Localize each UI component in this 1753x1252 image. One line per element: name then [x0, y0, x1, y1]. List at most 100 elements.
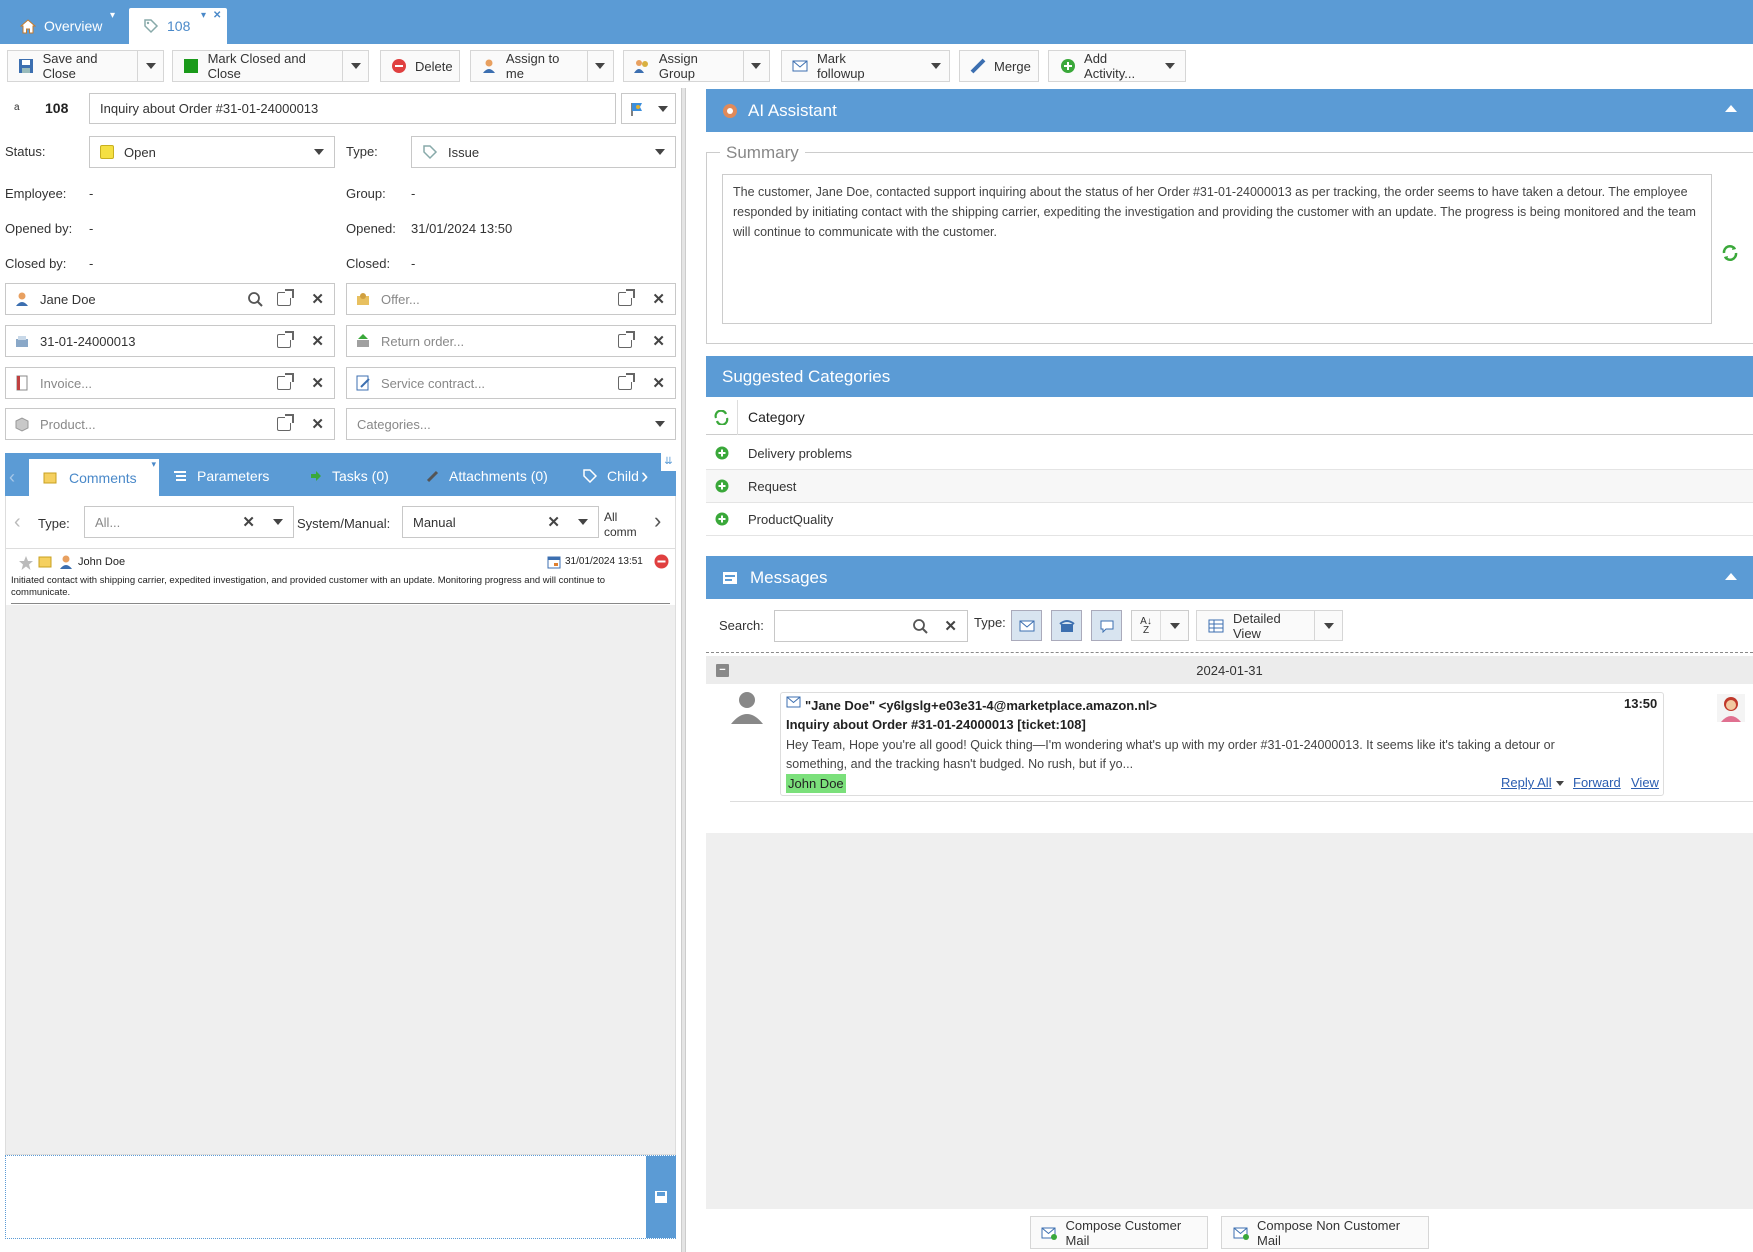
tab-menu-icon[interactable]: ▾ — [110, 10, 115, 21]
comment-item[interactable]: John Doe 31/01/2024 13:51 Initiated cont… — [6, 549, 675, 605]
clear-icon[interactable]: ✕ — [547, 513, 560, 531]
filter-email-toggle[interactable] — [1011, 610, 1042, 641]
clear-icon[interactable]: ✕ — [944, 617, 957, 635]
scroll-right-icon[interactable]: › — [654, 508, 661, 534]
tab-menu-icon[interactable]: ▾ — [201, 10, 206, 21]
view-dropdown-button[interactable] — [1314, 611, 1342, 640]
search-icon[interactable] — [247, 291, 264, 307]
assign-group-dropdown-button[interactable] — [742, 51, 769, 81]
filter-chat-toggle[interactable] — [1091, 610, 1122, 641]
save-comment-button[interactable] — [646, 1156, 676, 1238]
subtab-tasks[interactable]: Tasks (0) — [310, 468, 389, 484]
mark-followup-button[interactable]: Mark followup — [781, 50, 950, 82]
add-activity-dropdown-icon[interactable] — [1165, 63, 1175, 69]
collapse-icon[interactable]: ⇊ — [661, 453, 676, 471]
priority-flag-select[interactable] — [621, 93, 676, 124]
delete-icon[interactable] — [654, 554, 669, 569]
add-activity-button[interactable]: Add Activity... — [1048, 50, 1186, 82]
order-field[interactable]: 31-01-24000013 ✕ — [5, 325, 335, 357]
subtab-children[interactable]: Child — [583, 468, 643, 484]
merge-button[interactable]: Merge — [959, 50, 1039, 82]
message-item[interactable]: "Jane Doe" <y6lgslg+e03e31-4@marketplace… — [706, 684, 1753, 802]
compose-non-customer-mail-button[interactable]: Compose Non Customer Mail — [1221, 1216, 1429, 1249]
clear-icon[interactable]: ✕ — [311, 290, 324, 308]
open-external-icon[interactable] — [618, 289, 636, 306]
collapse-icon[interactable] — [1725, 105, 1737, 112]
open-external-icon[interactable] — [277, 331, 295, 348]
sort-dropdown-button[interactable] — [1160, 611, 1188, 640]
clear-icon[interactable]: ✕ — [652, 332, 665, 350]
open-external-icon[interactable] — [618, 373, 636, 390]
messages-header[interactable]: Messages — [706, 556, 1753, 599]
categories-select[interactable]: Categories... — [346, 408, 676, 440]
filter-sysman-select[interactable]: Manual ✕ — [402, 506, 599, 538]
panel-splitter[interactable] — [681, 88, 686, 1252]
save-dropdown-button[interactable] — [137, 51, 163, 81]
ai-assistant-header[interactable]: AI Assistant — [706, 89, 1753, 132]
clear-icon[interactable]: ✕ — [311, 374, 324, 392]
collapse-icon[interactable] — [1725, 573, 1737, 580]
assign-me-dropdown-button[interactable] — [586, 51, 613, 81]
star-icon[interactable] — [18, 555, 34, 571]
compose-customer-mail-button[interactable]: Compose Customer Mail — [1030, 1216, 1208, 1249]
tab-menu-icon[interactable]: ▾ — [151, 459, 156, 470]
refresh-icon[interactable] — [1721, 244, 1739, 262]
type-select[interactable]: Issue — [411, 136, 676, 168]
clear-icon[interactable]: ✕ — [311, 415, 324, 433]
product-field[interactable]: Product... ✕ — [5, 408, 335, 440]
close-icon[interactable]: ✕ — [213, 10, 221, 21]
collapse-group-icon[interactable]: − — [716, 663, 729, 677]
scroll-left-icon[interactable]: ‹ — [9, 467, 15, 488]
search-icon[interactable] — [912, 618, 929, 634]
mark-closed-dropdown-button[interactable] — [342, 51, 368, 81]
subtab-parameters[interactable]: Parameters — [173, 468, 269, 484]
category-row-productquality[interactable]: ProductQuality — [706, 503, 1753, 536]
add-icon[interactable] — [715, 446, 729, 460]
customer-field[interactable]: Jane Doe ✕ — [5, 283, 335, 315]
add-icon[interactable] — [715, 479, 729, 493]
add-icon[interactable] — [715, 512, 729, 526]
delete-button[interactable]: Delete — [380, 50, 460, 82]
subject-input[interactable]: Inquiry about Order #31-01-24000013 — [89, 93, 616, 124]
clear-icon[interactable]: ✕ — [652, 374, 665, 392]
category-row-delivery[interactable]: Delivery problems — [706, 437, 1753, 470]
clear-icon[interactable]: ✕ — [242, 513, 255, 531]
assign-group-button[interactable]: Assign Group — [623, 50, 770, 82]
status-select[interactable]: Open — [89, 136, 335, 168]
refresh-categories-button[interactable] — [706, 399, 738, 435]
view-link[interactable]: View — [1631, 775, 1659, 790]
assign-to-me-button[interactable]: Assign to me — [470, 50, 614, 82]
scroll-left-icon[interactable]: ‹ — [14, 511, 21, 534]
all-comments-toggle[interactable]: All comm — [604, 510, 646, 542]
service-contract-field[interactable]: Service contract... ✕ — [346, 367, 676, 399]
subtab-attachments[interactable]: Attachments (0) — [425, 468, 548, 484]
sort-button[interactable]: A↓ Z — [1131, 610, 1189, 641]
tab-ticket[interactable]: 108 ▾ ✕ — [129, 8, 227, 44]
scroll-right-icon[interactable]: › — [641, 463, 648, 489]
view-select[interactable]: Detailed View — [1196, 610, 1343, 641]
open-external-icon[interactable] — [277, 289, 295, 306]
clear-icon[interactable]: ✕ — [311, 332, 324, 350]
open-external-icon[interactable] — [277, 373, 295, 390]
filter-phone-toggle[interactable] — [1051, 610, 1082, 641]
reply-all-link[interactable]: Reply All — [1501, 775, 1552, 790]
reply-dropdown-icon[interactable] — [1556, 781, 1564, 786]
save-and-close-button[interactable]: Save and Close — [7, 50, 164, 82]
return-order-field[interactable]: Return order... ✕ — [346, 325, 676, 357]
opened-by-label: Opened by: — [5, 221, 73, 236]
subtab-comments[interactable]: Comments ▾ — [29, 459, 159, 496]
tab-overview[interactable]: Overview ▾ — [6, 8, 124, 44]
invoice-field[interactable]: Invoice... ✕ — [5, 367, 335, 399]
category-row-request[interactable]: Request — [706, 470, 1753, 503]
comment-input[interactable] — [5, 1155, 676, 1239]
mark-closed-and-close-button[interactable]: Mark Closed and Close — [172, 50, 369, 82]
offer-field[interactable]: Offer... ✕ — [346, 283, 676, 315]
open-external-icon[interactable] — [618, 331, 636, 348]
clear-icon[interactable]: ✕ — [652, 290, 665, 308]
invoice-icon — [16, 375, 28, 391]
message-search-input[interactable]: ✕ — [774, 610, 968, 642]
mark-followup-dropdown-button[interactable] — [923, 51, 949, 81]
open-external-icon[interactable] — [277, 414, 295, 431]
forward-link[interactable]: Forward — [1573, 775, 1621, 790]
filter-type-select[interactable]: All... ✕ — [84, 506, 294, 538]
